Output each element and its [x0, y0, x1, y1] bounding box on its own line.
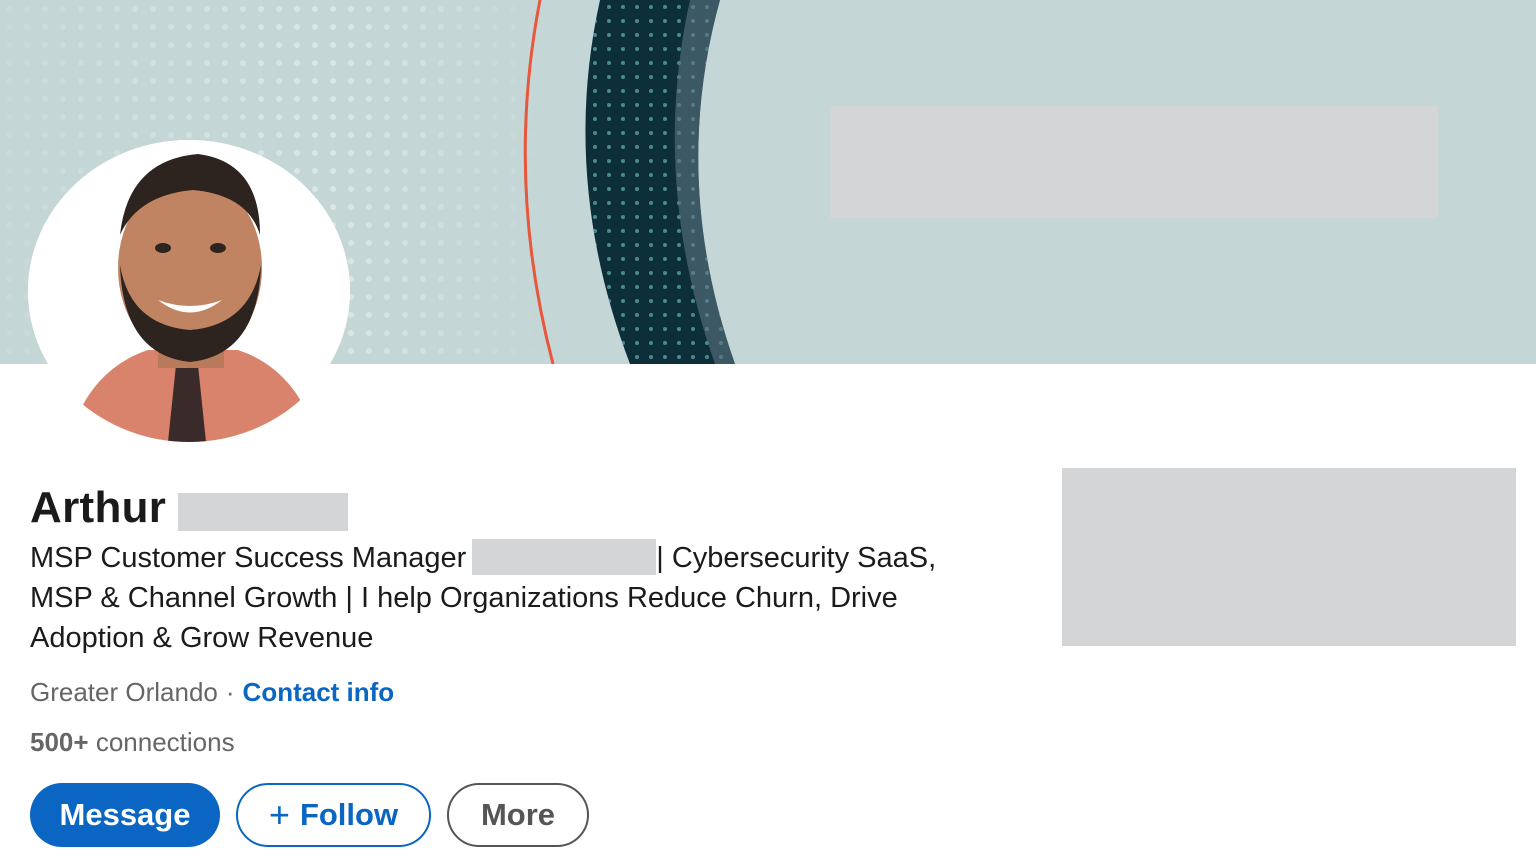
message-button[interactable]: Message	[30, 783, 220, 847]
connections-label: connections	[95, 727, 235, 757]
more-button[interactable]: More	[447, 783, 589, 847]
separator-dot: ·	[225, 677, 235, 707]
profile-name-row: Arthur	[30, 480, 349, 536]
location-row: Greater Orlando · Contact info	[30, 674, 394, 710]
banner-redaction	[830, 106, 1438, 218]
plus-icon: +	[268, 794, 290, 835]
profile-headline: MSP Customer Success Manager | Cybersecur…	[30, 538, 990, 658]
headline-text-part1: MSP Customer Success Manager	[30, 542, 467, 574]
headline-redaction	[472, 539, 657, 575]
connections-count: 500+	[30, 727, 89, 757]
follow-button-label: Follow	[299, 797, 399, 832]
follow-button[interactable]: + Follow	[236, 783, 431, 847]
location-text: Greater Orlando	[30, 677, 218, 707]
profile-name: Arthur	[30, 483, 167, 532]
avatar[interactable]	[28, 140, 350, 442]
contact-info-link[interactable]: Contact info	[243, 677, 395, 707]
avatar-photo	[28, 140, 350, 442]
name-redaction	[178, 493, 349, 531]
connections-row[interactable]: 500+ connections	[30, 724, 235, 760]
right-panel-redaction	[1062, 468, 1516, 646]
